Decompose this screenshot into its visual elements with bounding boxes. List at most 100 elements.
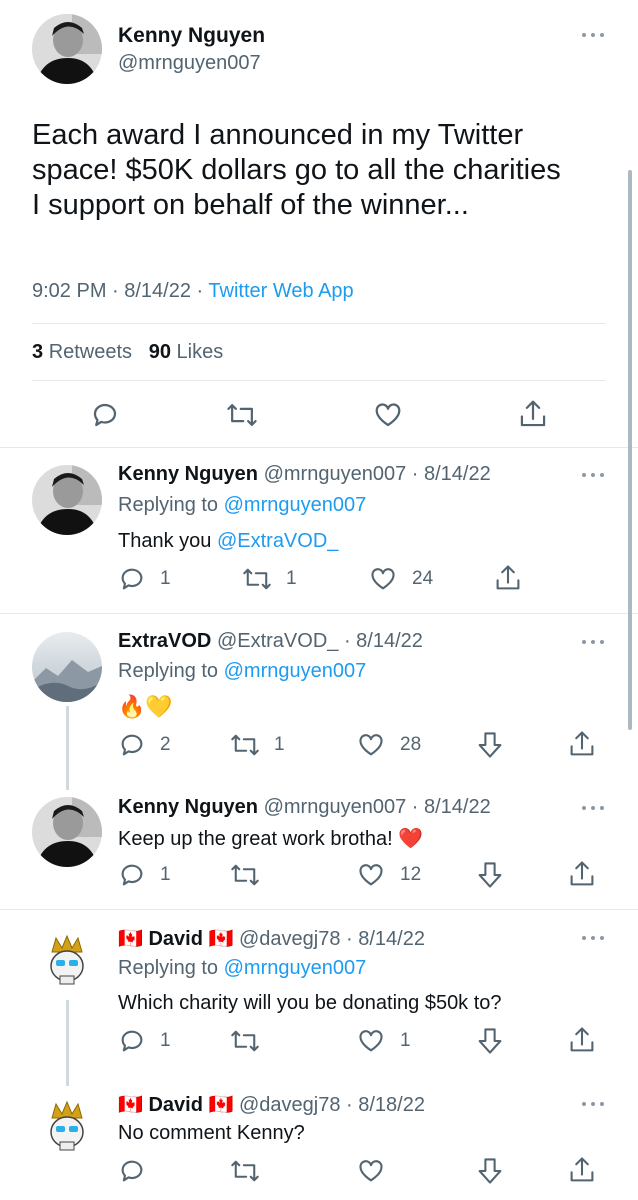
retweet-icon — [231, 1160, 259, 1182]
reply-icon — [93, 403, 117, 427]
reply-count: 1 — [160, 864, 171, 885]
replying-to-handle[interactable]: @mrnguyen007 — [224, 494, 367, 516]
reply-button[interactable]: 1 — [118, 1027, 171, 1055]
reply-header: 🇨🇦 David 🇨🇦 @davegj78 · 8/18/22 — [118, 1092, 425, 1117]
replying-to-prefix: Replying to — [118, 494, 224, 516]
avatar[interactable] — [32, 797, 102, 867]
like-button[interactable] — [372, 400, 404, 430]
avatar[interactable] — [32, 928, 102, 998]
like-count: 1 — [400, 1030, 411, 1051]
share-icon — [570, 1157, 594, 1182]
downvote-icon — [478, 1158, 502, 1184]
divider — [0, 909, 638, 910]
retweet-button[interactable] — [230, 1157, 260, 1185]
share-button[interactable] — [568, 859, 596, 889]
downvote-button[interactable] — [476, 1156, 504, 1186]
reply-text-body: Thank you — [118, 530, 217, 552]
replying-to-handle[interactable]: @mrnguyen007 — [224, 957, 367, 979]
reply-meta[interactable]: @davegj78 · 8/18/22 — [239, 1094, 425, 1116]
reply-button[interactable] — [90, 400, 120, 430]
mention-link[interactable]: @ExtraVOD_ — [217, 530, 338, 552]
avatar[interactable] — [32, 632, 102, 702]
share-icon — [570, 1027, 594, 1052]
thread-line — [66, 706, 69, 790]
reply-text: Which charity will you be donating $50k … — [118, 992, 502, 1014]
like-button[interactable]: 28 — [356, 731, 421, 759]
like-button[interactable]: 24 — [368, 565, 433, 593]
share-button[interactable] — [568, 1025, 596, 1055]
avatar[interactable] — [32, 465, 102, 535]
more-options-icon[interactable] — [582, 806, 604, 812]
divider — [0, 613, 638, 614]
replying-to: Replying to @mrnguyen007 — [118, 957, 366, 980]
reply-text: Thank you @ExtraVOD_ — [118, 530, 338, 553]
reply-author-name[interactable]: Kenny Nguyen — [118, 463, 258, 485]
tweet-timestamp[interactable]: 9:02 PM · 8/14/22 · — [32, 280, 208, 302]
downvote-button[interactable] — [476, 730, 504, 760]
more-options-icon[interactable] — [582, 33, 604, 39]
reply-text: Keep up the great work brotha! ❤️ — [118, 828, 424, 850]
reply-author-name[interactable]: ExtraVOD — [118, 630, 211, 652]
replying-to-handle[interactable]: @mrnguyen007 — [224, 660, 367, 682]
reply-meta[interactable]: @ExtraVOD_ · 8/14/22 — [217, 630, 423, 652]
share-icon — [570, 861, 594, 886]
share-button[interactable] — [568, 1155, 596, 1185]
replying-to-prefix: Replying to — [118, 957, 224, 979]
like-button[interactable]: 1 — [356, 1027, 411, 1055]
reply-meta[interactable]: @mrnguyen007 · 8/14/22 — [264, 796, 491, 818]
reply-icon — [121, 864, 143, 886]
share-button[interactable] — [568, 729, 596, 759]
downvote-button[interactable] — [476, 860, 504, 890]
reply-header: Kenny Nguyen @mrnguyen007 · 8/14/22 — [118, 796, 491, 819]
retweet-button[interactable] — [230, 1027, 260, 1055]
retweet-button[interactable] — [230, 861, 260, 889]
reply-button[interactable]: 1 — [118, 861, 171, 889]
reply-meta[interactable]: @davegj78 · 8/14/22 — [239, 928, 425, 950]
retweet-count: 1 — [286, 568, 297, 589]
more-options-icon[interactable] — [582, 1102, 604, 1108]
tweet-timestamp-row: 9:02 PM · 8/14/22 · Twitter Web App — [32, 280, 354, 303]
tweet-source-link[interactable]: Twitter Web App — [208, 280, 353, 302]
reply-button[interactable]: 1 — [118, 565, 171, 593]
retweets-stat[interactable]: 3 Retweets — [32, 341, 132, 363]
avatar[interactable] — [32, 1094, 102, 1164]
share-button[interactable] — [518, 398, 548, 430]
more-options-icon[interactable] — [582, 473, 604, 479]
reply-icon — [121, 734, 143, 756]
avatar[interactable] — [32, 14, 102, 84]
like-button[interactable]: 12 — [356, 861, 421, 889]
tweet-text-line: I support on behalf of the winner... — [32, 189, 469, 221]
engagement-stats: 3 Retweets 90 Likes — [32, 341, 223, 364]
likes-stat[interactable]: 90 Likes — [149, 341, 224, 363]
replying-to-prefix: Replying to — [118, 660, 224, 682]
like-count: 24 — [412, 568, 434, 589]
retweet-button[interactable]: 1 — [242, 565, 297, 593]
reply-button[interactable]: 2 — [118, 731, 171, 759]
downvote-button[interactable] — [476, 1026, 504, 1056]
more-options-icon[interactable] — [582, 640, 604, 646]
reply-meta[interactable]: @mrnguyen007 · 8/14/22 — [264, 463, 491, 485]
retweet-icon — [231, 864, 259, 886]
reply-author-name[interactable]: 🇨🇦 David 🇨🇦 — [118, 1094, 233, 1116]
retweet-icon — [231, 734, 259, 756]
main-author-name[interactable]: Kenny Nguyen — [118, 24, 265, 48]
divider — [32, 323, 606, 324]
like-button[interactable] — [356, 1157, 386, 1185]
divider — [32, 380, 606, 381]
reply-button[interactable] — [118, 1157, 146, 1185]
downvote-icon — [478, 732, 502, 758]
reply-count: 1 — [160, 568, 171, 589]
reply-author-name[interactable]: 🇨🇦 David 🇨🇦 — [118, 928, 233, 950]
reply-author-name[interactable]: Kenny Nguyen — [118, 796, 258, 818]
retweet-button[interactable]: 1 — [230, 731, 285, 759]
retweets-label: Retweets — [48, 341, 133, 363]
share-icon — [570, 731, 594, 756]
scrollbar[interactable] — [628, 170, 632, 730]
heart-icon — [359, 1160, 383, 1182]
reply-header: ExtraVOD @ExtraVOD_ · 8/14/22 — [118, 630, 423, 653]
retweet-button[interactable] — [226, 400, 258, 430]
more-options-icon[interactable] — [582, 936, 604, 942]
share-button[interactable] — [494, 563, 522, 593]
main-author-handle[interactable]: @mrnguyen007 — [118, 52, 261, 75]
heart-icon — [375, 403, 401, 427]
